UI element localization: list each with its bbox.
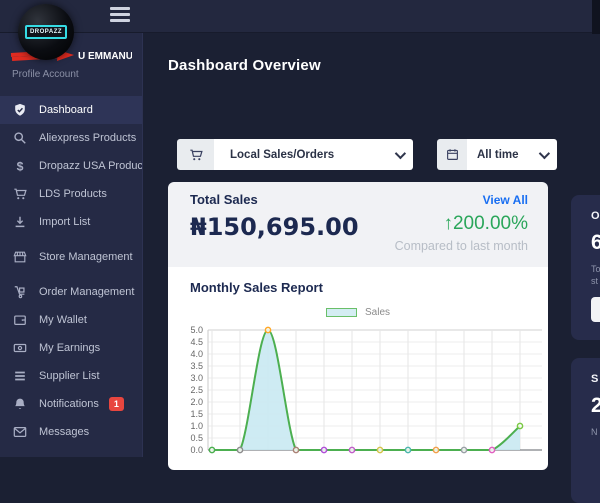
svg-text:2.0: 2.0 — [190, 397, 203, 407]
sidebar-item-dropazz-usa-products[interactable]: $ Dropazz USA Products — [0, 152, 142, 180]
sales-type-select[interactable]: Local Sales/Orders — [177, 139, 413, 170]
cart-icon — [177, 139, 214, 170]
top-bar — [0, 0, 600, 33]
svg-text:4.0: 4.0 — [190, 349, 203, 359]
svg-text:4.5: 4.5 — [190, 337, 203, 347]
calendar-icon — [437, 139, 467, 170]
app-logo[interactable]: DROPAZZ — [18, 4, 74, 60]
svg-text:0.5: 0.5 — [190, 433, 203, 443]
orders-card-button[interactable] — [591, 297, 600, 322]
sidebar-item-label: Store Management — [39, 251, 133, 263]
sales-change-note: Compared to last month — [395, 239, 528, 253]
sidebar-item-label: Order Management — [39, 286, 134, 298]
notification-badge: 1 — [109, 397, 124, 411]
total-sales-card: Total Sales View All ₦150,695.00 ↑200.00… — [168, 182, 548, 470]
menu-toggle-button[interactable] — [110, 7, 130, 23]
total-sales-title: Total Sales — [190, 192, 258, 207]
orders-summary-card: O 6 To st — [571, 195, 600, 340]
chart-legend: Sales — [168, 307, 548, 318]
svg-text:$: $ — [16, 159, 23, 173]
store-icon — [12, 250, 27, 265]
svg-text:3.0: 3.0 — [190, 373, 203, 383]
sidebar-item-label: Aliexpress Products — [39, 132, 136, 144]
dolly-icon — [12, 285, 27, 300]
store-summary-card: S 2 N — [571, 358, 600, 503]
monthly-sales-chart-card: Monthly Sales Report Sales 5.0 4.5 4.0 3.5 3… — [168, 267, 548, 470]
sidebar-item-label: LDS Products — [39, 188, 107, 200]
sidebar-item-label: Dropazz USA Products — [39, 160, 143, 172]
sidebar-item-my-wallet[interactable]: My Wallet — [0, 306, 142, 334]
sidebar-item-label: Dashboard — [39, 104, 93, 116]
scrollbar-thumb[interactable] — [592, 0, 600, 34]
wallet-icon — [12, 313, 27, 328]
store-card-value: 2 — [591, 394, 600, 418]
total-sales-value: ₦150,695.00 — [190, 213, 359, 241]
cart-icon — [12, 187, 27, 202]
svg-text:2.5: 2.5 — [190, 385, 203, 395]
sidebar-item-supplier-list[interactable]: Supplier List — [0, 362, 142, 390]
sidebar-item-label: Messages — [39, 426, 89, 438]
sales-type-value: Local Sales/Orders — [230, 149, 395, 161]
app-logo-text: DROPAZZ — [25, 25, 67, 39]
sidebar-item-label: My Earnings — [39, 342, 100, 354]
dashboard-page: { "app": { "logo_text": "DROPAZZ" }, "si… — [0, 0, 600, 457]
sidebar-item-notifications[interactable]: Notifications 1 — [0, 390, 142, 418]
sidebar-item-dashboard[interactable]: Dashboard — [0, 96, 142, 124]
sidebar-item-label: Notifications — [39, 398, 99, 410]
sidebar-item-lds-products[interactable]: LDS Products — [0, 180, 142, 208]
dashboard-icon — [12, 103, 27, 118]
time-range-select[interactable]: All time — [437, 139, 557, 170]
svg-text:1.5: 1.5 — [190, 409, 203, 419]
sidebar-item-my-earnings[interactable]: My Earnings — [0, 334, 142, 362]
profile-subtitle: Profile Account — [10, 69, 132, 80]
orders-card-value: 6 — [591, 231, 600, 255]
store-card-title: S — [591, 373, 600, 385]
svg-text:3.5: 3.5 — [190, 361, 203, 371]
chevron-down-icon — [395, 147, 406, 158]
svg-text:5.0: 5.0 — [190, 325, 203, 335]
chevron-down-icon — [539, 147, 550, 158]
up-arrow-icon: ↑ — [443, 213, 453, 234]
main-content: Dashboard Overview Local Sales/Orders Al… — [143, 33, 600, 457]
sidebar-item-messages[interactable]: Messages — [0, 418, 142, 446]
sidebar-item-store-management[interactable]: Store Management — [0, 243, 142, 271]
sales-change-percent: ↑200.00% — [443, 213, 528, 234]
svg-text:0.0: 0.0 — [190, 445, 203, 455]
sidebar: U EMMANUEL CHIM Profile Account Dashboar… — [0, 33, 143, 457]
legend-swatch — [326, 308, 357, 317]
envelope-icon — [12, 425, 27, 440]
legend-label: Sales — [365, 307, 390, 318]
sidebar-section-training: Training — [0, 446, 142, 457]
svg-text:1.0: 1.0 — [190, 421, 203, 431]
chart-title: Monthly Sales Report — [168, 280, 548, 295]
sidebar-item-aliexpress-products[interactable]: Aliexpress Products — [0, 124, 142, 152]
view-all-link[interactable]: View All — [483, 193, 528, 207]
time-range-value: All time — [477, 149, 539, 161]
store-card-desc: N — [591, 426, 600, 438]
import-icon — [12, 215, 27, 230]
profile-name: U EMMANUEL CHIM — [78, 51, 132, 62]
page-title: Dashboard Overview — [168, 57, 321, 74]
sidebar-item-label: Import List — [39, 216, 90, 228]
sidebar-item-label: My Wallet — [39, 314, 87, 326]
orders-card-desc: To st — [591, 263, 600, 287]
orders-card-title: O — [591, 210, 600, 222]
total-sales-header: Total Sales View All ₦150,695.00 ↑200.00… — [168, 182, 548, 267]
earnings-icon — [12, 341, 27, 356]
search-icon — [12, 131, 27, 146]
sidebar-item-order-management[interactable]: Order Management — [0, 278, 142, 306]
sidebar-item-label: Supplier List — [39, 370, 100, 382]
dollar-icon: $ — [12, 159, 27, 174]
bell-icon — [12, 397, 27, 412]
sales-area-chart: 5.0 4.5 4.0 3.5 3.0 2.5 2.0 1.5 1.0 0.5 0.0 — [168, 320, 548, 470]
sidebar-item-import-list[interactable]: Import List — [0, 208, 142, 236]
sidebar-nav: Dashboard Aliexpress Products $ Dropazz USA… — [0, 96, 142, 446]
list-icon — [12, 369, 27, 384]
